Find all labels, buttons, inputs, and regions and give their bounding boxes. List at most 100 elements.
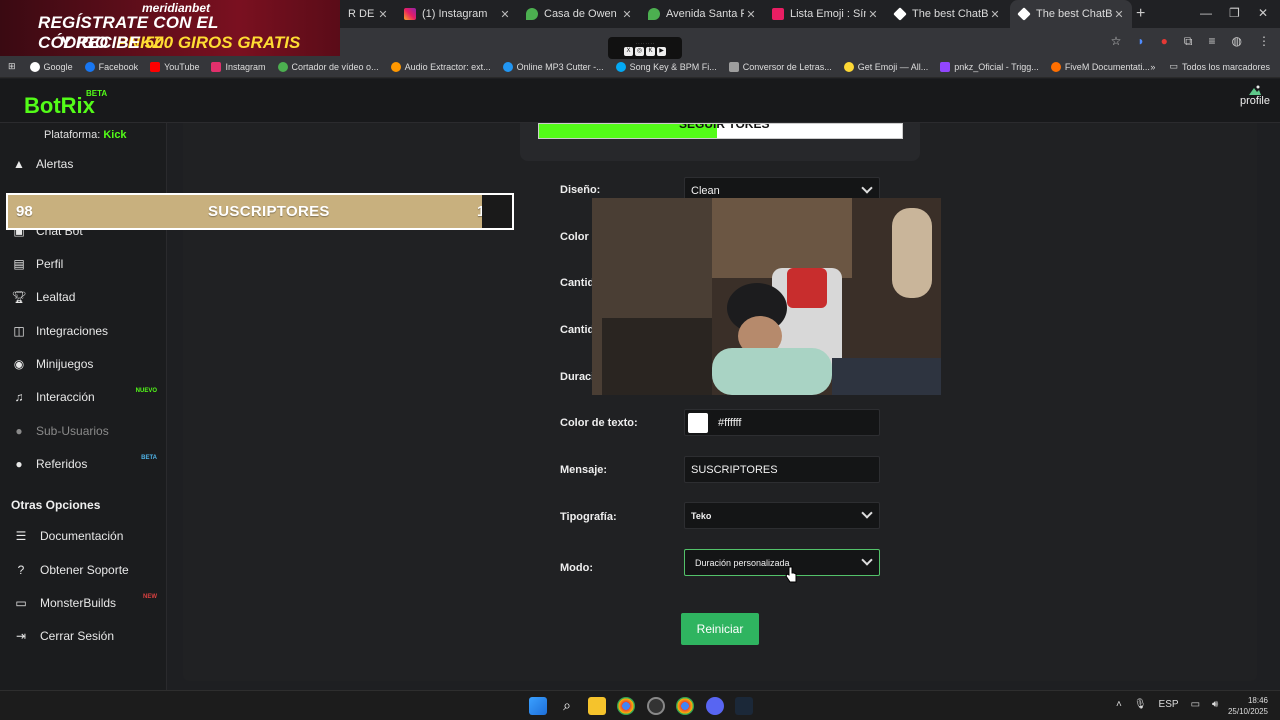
close-icon[interactable]: ✕ [498, 8, 512, 21]
color-texto-field[interactable]: #ffffff [684, 409, 880, 436]
profile-button[interactable]: profile [1240, 85, 1270, 107]
sidebar-item-referidos[interactable]: ● Referidos BETA [0, 449, 167, 479]
color-texto-label: Color de texto: [560, 417, 638, 429]
chevron-down-icon [861, 507, 873, 519]
windows-start-icon[interactable] [529, 697, 547, 715]
social-badge-caption: · · · · · · · · [635, 40, 655, 46]
color-swatch[interactable] [688, 412, 708, 433]
close-icon[interactable]: ✕ [1112, 8, 1126, 21]
browser-tab[interactable]: R DE KIC ✕ [340, 0, 396, 28]
folder-icon: ▭ [1169, 61, 1178, 71]
bookmark[interactable]: Get Emoji — All... [843, 61, 928, 72]
bookmark[interactable]: pnkz_Oficial - Trigg... [940, 61, 1039, 72]
warning-icon: ▲ [13, 157, 25, 171]
tab-title: (1) Instagram [422, 8, 488, 20]
mensaje-label: Mensaje: [560, 464, 608, 476]
sidebar-item-minijuegos[interactable]: ◉ Minijuegos [0, 349, 167, 379]
menu-icon[interactable]: ⋮ [1258, 34, 1270, 49]
browser-tab-active[interactable]: The best ChatBot an ✕ [1010, 0, 1132, 28]
sidebar-item-cerrar-sesion[interactable]: ⇥ Cerrar Sesión [0, 621, 167, 651]
goal-preview-bar: SEGUIR TOKES [538, 123, 903, 139]
reset-button[interactable]: Reiniciar [681, 613, 759, 645]
close-icon[interactable]: ✕ [744, 8, 758, 21]
browser-tab[interactable]: (1) Instagram ✕ [396, 0, 518, 28]
system-tray: ˄ 🎙︎ ESP ▭ 🔊︎ [1116, 699, 1218, 710]
app-header: BotRix BETA profile [0, 79, 1280, 123]
mensaje-input[interactable]: SUSCRIPTORES [684, 456, 880, 483]
network-icon[interactable]: ▭ [1191, 699, 1200, 710]
bookmark[interactable]: Conversor de Letras... [728, 61, 832, 72]
avatar[interactable]: ◍ [1232, 34, 1242, 49]
bookmark[interactable]: Online MP3 Cutter -... [502, 61, 604, 72]
chevron-down-icon [861, 554, 873, 566]
bookmark[interactable]: Song Key & BPM Fi... [615, 61, 717, 72]
botrix-logo[interactable]: BotRix [24, 93, 95, 119]
sidebar-item-lealtad[interactable]: 🏆︎ Lealtad [0, 282, 167, 312]
help-icon: ? [17, 563, 25, 577]
minimize-icon[interactable]: — [1200, 6, 1212, 20]
chrome-icon[interactable] [676, 697, 694, 715]
new-tab-icon[interactable]: + [1136, 5, 1145, 23]
mensaje-value: SUSCRIPTORES [691, 463, 778, 476]
close-icon[interactable]: ✕ [988, 8, 1002, 21]
sidebar-item-perfil[interactable]: ▤ Perfil [0, 249, 167, 279]
sub-goal-current: 98 [16, 203, 33, 220]
tab-title: Casa de Owen - Goo [544, 8, 620, 20]
browser-tab[interactable]: The best ChatBot an ✕ [886, 0, 1008, 28]
modo-select[interactable]: Duración personalizada [684, 549, 880, 576]
close-icon[interactable]: ✕ [376, 8, 390, 21]
microphone-icon[interactable]: 🎙︎ [1134, 699, 1147, 710]
volume-icon[interactable]: 🔊︎ [1212, 699, 1218, 710]
chevron-right-icon[interactable]: » [1150, 62, 1155, 72]
close-icon[interactable]: ✕ [866, 8, 880, 21]
bookmark[interactable]: Instagram [211, 61, 266, 72]
puzzle-icon[interactable]: ⧉ [1184, 34, 1193, 49]
discord-icon[interactable] [706, 697, 724, 715]
sidebar-item-alertas[interactable]: ▲ Alertas [0, 149, 167, 179]
search-icon[interactable]: ⌕ [558, 697, 576, 715]
browser-tab[interactable]: Casa de Owen - Goo ✕ [518, 0, 640, 28]
sidebar-item-integraciones[interactable]: ◫ Integraciones [0, 316, 167, 346]
steam-icon[interactable] [735, 697, 753, 715]
clock[interactable]: 18:46 25/10/2025 [1228, 695, 1268, 717]
restore-icon[interactable]: ❐ [1229, 6, 1240, 20]
file-explorer-icon[interactable] [588, 697, 606, 715]
sidebar-item-monsterbuilds[interactable]: ▭ MonsterBuilds NEW [0, 588, 167, 618]
sidebar-item-sub-usuarios[interactable]: ● Sub-Usuarios [0, 416, 167, 446]
chrome-icon[interactable] [617, 697, 635, 715]
sidebar-item-soporte[interactable]: ? Obtener Soporte [0, 555, 167, 585]
emoji-site-icon [772, 8, 784, 20]
language-indicator[interactable]: ESP [1159, 699, 1179, 710]
bookmark[interactable]: Audio Extractor: ext... [390, 61, 491, 72]
bookmark[interactable]: Google [29, 61, 73, 72]
apps-icon[interactable]: ⊞ [8, 61, 16, 72]
bookmark-label: pnkz_Oficial - Trigg... [954, 61, 1039, 72]
browser-tab[interactable]: Lista Emoji : Símbolo ✕ [764, 0, 886, 28]
app-icon[interactable] [647, 697, 665, 715]
close-icon[interactable]: ✕ [620, 8, 634, 21]
bookmark[interactable]: YouTube [150, 61, 199, 72]
bookmark[interactable]: Facebook [84, 61, 138, 72]
ad-line2-prefix: Y RECIBE [60, 33, 140, 52]
star-icon[interactable]: ☆ [1111, 34, 1122, 49]
sidebar-item-documentacion[interactable]: ☰ Documentación [0, 521, 167, 551]
chevron-up-icon[interactable]: ˄ [1116, 699, 1122, 710]
logout-icon: ⇥ [15, 629, 27, 643]
sidebar-item-interaccion[interactable]: ♫ Interacción NUEVO [0, 382, 167, 412]
extension-icon[interactable]: ● [1161, 34, 1168, 49]
browser-tab[interactable]: Avenida Santa Rosa ✕ [640, 0, 764, 28]
window-close-icon[interactable]: ✕ [1258, 6, 1268, 20]
extension-icon[interactable]: ◗ [1137, 34, 1144, 49]
users-icon: ● [15, 457, 23, 471]
site-icon [940, 61, 951, 72]
tipografia-select[interactable]: Teko [684, 502, 880, 529]
media-icon[interactable]: ≡ [1209, 34, 1216, 49]
bookmarks-bar: ⊞ Google Facebook YouTube Instagram Cort… [0, 56, 1280, 78]
youtube-icon [150, 61, 161, 72]
all-bookmarks[interactable]: » ▭ Todos los marcadores [1150, 61, 1270, 72]
x-icon: X [624, 46, 633, 56]
chevron-down-icon [861, 182, 873, 194]
bookmark[interactable]: Cortador de vídeo o... [277, 61, 379, 72]
goal-preview-text: SEGUIR TOKES [679, 123, 770, 131]
bookmark[interactable]: FiveM Documentati... [1050, 61, 1150, 72]
